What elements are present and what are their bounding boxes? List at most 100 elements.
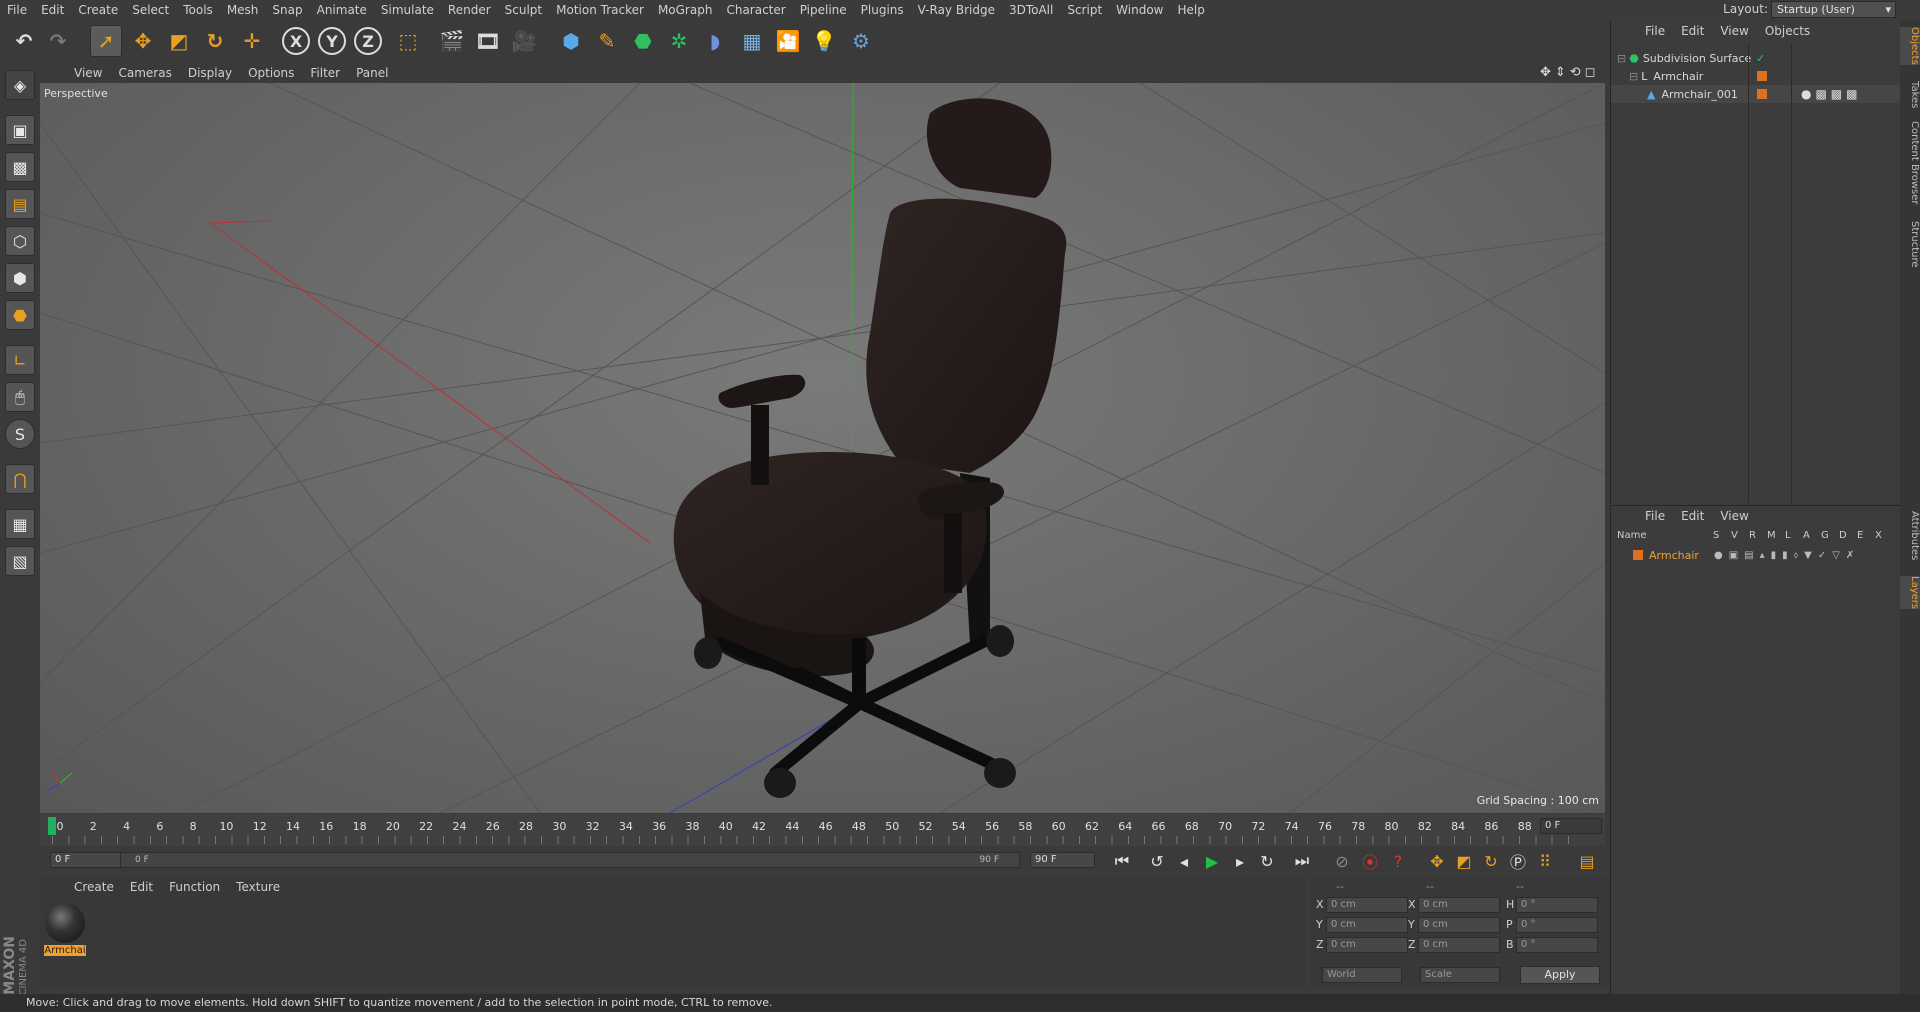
coord-pos-field[interactable]: 0 cm <box>1326 937 1408 953</box>
menu-item-animate[interactable]: Animate <box>310 3 374 17</box>
menu-item-select[interactable]: Select <box>125 3 176 17</box>
material-menu-function[interactable]: Function <box>161 880 228 894</box>
redo-icon[interactable]: ↷ <box>42 25 74 57</box>
tree-toggle-icon[interactable]: ⊟ <box>1617 52 1626 65</box>
layer-color-icon[interactable] <box>1757 89 1767 99</box>
menu-item-sculpt[interactable]: Sculpt <box>498 3 549 17</box>
texture-mode-icon[interactable]: ▩ <box>5 152 35 182</box>
edges-mode-icon[interactable]: ⬢ <box>5 263 35 293</box>
key-parameter-icon[interactable]: Ⓟ <box>1506 849 1530 873</box>
model-mode-icon[interactable]: ▣ <box>5 115 35 145</box>
coord-size-field[interactable]: 0 cm <box>1418 937 1500 953</box>
menu-item-mograph[interactable]: MoGraph <box>651 3 720 17</box>
key-pla-icon[interactable]: ⠿ <box>1533 849 1557 873</box>
object-row[interactable]: ⊟ L Armchair <box>1611 67 1901 85</box>
coord-scale-select[interactable]: Scale <box>1420 967 1500 983</box>
viewport-menu-cameras[interactable]: Cameras <box>110 66 179 80</box>
rotate-tool-icon[interactable]: ↻ <box>199 25 231 57</box>
workplane-lock-icon[interactable]: ▦ <box>5 509 35 539</box>
material-swatch[interactable]: Armchai <box>44 901 86 957</box>
material-menu-texture[interactable]: Texture <box>228 880 288 894</box>
tweak-mode-icon[interactable]: 🖱 <box>5 382 35 412</box>
menu-item-pipeline[interactable]: Pipeline <box>793 3 854 17</box>
menu-item-tools[interactable]: Tools <box>176 3 220 17</box>
object-row[interactable]: ▲ Armchair_001 ●▩▩▩ <box>1611 85 1901 103</box>
object-row[interactable]: ⊟ ⬣ Subdivision Surface ✓ <box>1611 49 1901 67</box>
coord-pos-field[interactable]: 0 cm <box>1326 917 1408 933</box>
render-settings-icon[interactable]: 🎥 <box>508 25 540 57</box>
make-editable-icon[interactable]: ◈ <box>5 70 35 100</box>
menu-item-snap[interactable]: Snap <box>265 3 309 17</box>
axis-mode-icon[interactable]: ∟ <box>5 345 35 375</box>
object-menu-file[interactable]: File <box>1637 24 1673 38</box>
previous-key-icon[interactable]: ↺ <box>1145 849 1169 873</box>
material-tags-icon[interactable]: ●▩▩▩ <box>1801 87 1861 101</box>
key-rotation-icon[interactable]: ↻ <box>1479 849 1503 873</box>
next-frame-icon[interactable]: ▸ <box>1228 849 1252 873</box>
pen-spline-icon[interactable]: ✎ <box>591 25 623 57</box>
scale-tool-icon[interactable]: ◩ <box>163 25 195 57</box>
record-icon[interactable]: ⦿ <box>1358 849 1382 873</box>
cube-primitive-icon[interactable]: ⬢ <box>555 25 587 57</box>
locked-workplane-icon[interactable]: ▧ <box>5 546 35 576</box>
viewport-menu-display[interactable]: Display <box>180 66 240 80</box>
subdivision-surface-icon[interactable]: ⬣ <box>627 25 659 57</box>
y-axis-lock-icon[interactable]: Y <box>318 27 346 55</box>
coord-pos-field[interactable]: 0 cm <box>1326 897 1408 913</box>
viewport-menu-filter[interactable]: Filter <box>302 66 348 80</box>
right-tab-layers[interactable]: Layers <box>1900 576 1920 610</box>
menu-item-help[interactable]: Help <box>1170 3 1211 17</box>
layout-select[interactable]: Startup (User) <box>1771 1 1896 18</box>
menu-item-render[interactable]: Render <box>441 3 498 17</box>
select-tool-icon[interactable]: ➚ <box>90 25 122 57</box>
go-to-start-icon[interactable]: ⏮ <box>1110 849 1134 873</box>
layer-menu-file[interactable]: File <box>1637 509 1673 523</box>
menu-item-script[interactable]: Script <box>1060 3 1109 17</box>
keyframe-selection-icon[interactable]: ⊘ <box>1330 849 1354 873</box>
snap-icon[interactable]: S <box>5 419 35 449</box>
coord-rot-field[interactable]: 0 ° <box>1516 897 1598 913</box>
object-menu-view[interactable]: View <box>1712 24 1756 38</box>
floor-icon[interactable]: ▦ <box>736 25 768 57</box>
transform-tool-icon[interactable]: ✛ <box>236 25 268 57</box>
z-axis-lock-icon[interactable]: Z <box>354 27 382 55</box>
render-picture-viewer-icon[interactable]: 🎞 <box>472 25 504 57</box>
key-scale-icon[interactable]: ◩ <box>1452 849 1476 873</box>
right-tab-takes[interactable]: Takes <box>1900 81 1920 108</box>
cloner-icon[interactable]: ✲ <box>663 25 695 57</box>
coord-mode-select[interactable]: World <box>1322 967 1402 983</box>
points-mode-icon[interactable]: ⬡ <box>5 226 35 256</box>
object-menu-edit[interactable]: Edit <box>1673 24 1712 38</box>
layer-color-icon[interactable] <box>1633 550 1643 560</box>
menu-item-character[interactable]: Character <box>719 3 792 17</box>
x-axis-lock-icon[interactable]: X <box>282 27 310 55</box>
undo-icon[interactable]: ↶ <box>8 25 40 57</box>
go-to-end-icon[interactable]: ⏭ <box>1290 849 1314 873</box>
python-icon[interactable]: ⚙ <box>845 25 877 57</box>
coord-rot-field[interactable]: 0 ° <box>1516 937 1598 953</box>
workplane-mode-icon[interactable]: ▤ <box>5 189 35 219</box>
tree-toggle-icon[interactable]: ⊟ <box>1629 70 1638 83</box>
perspective-viewport[interactable]: Perspective Grid Spacing : 100 cm <box>40 83 1605 813</box>
menu-item-3dtoall[interactable]: 3DToAll <box>1002 3 1060 17</box>
magnet-icon[interactable]: ⋂ <box>5 464 35 494</box>
menu-item-simulate[interactable]: Simulate <box>374 3 441 17</box>
next-key-icon[interactable]: ↻ <box>1255 849 1279 873</box>
right-tab-content-browser[interactable]: Content Browser <box>1900 121 1920 204</box>
menu-item-v-ray-bridge[interactable]: V-Ray Bridge <box>911 3 1002 17</box>
menu-item-create[interactable]: Create <box>71 3 125 17</box>
viewport-menu-panel[interactable]: Panel <box>348 66 396 80</box>
move-tool-icon[interactable]: ✥ <box>127 25 159 57</box>
layer-toggles-icon[interactable]: ●▣▤▴▮▮⬨▼✓▽✗ <box>1714 550 1860 561</box>
deformer-icon[interactable]: ◗ <box>699 25 731 57</box>
current-frame-field[interactable]: 0 F <box>1540 818 1602 834</box>
right-tab-structure[interactable]: Structure <box>1900 221 1920 268</box>
apply-button[interactable]: Apply <box>1520 966 1600 984</box>
material-menu-edit[interactable]: Edit <box>122 880 161 894</box>
visible-check-icon[interactable]: ✓ <box>1756 52 1765 65</box>
play-icon[interactable]: ▶ <box>1200 849 1224 873</box>
key-position-icon[interactable]: ✥ <box>1425 849 1449 873</box>
layer-menu-view[interactable]: View <box>1712 509 1756 523</box>
render-view-icon[interactable]: 🎬 <box>436 25 468 57</box>
timeline-window-icon[interactable]: ▤ <box>1575 849 1599 873</box>
